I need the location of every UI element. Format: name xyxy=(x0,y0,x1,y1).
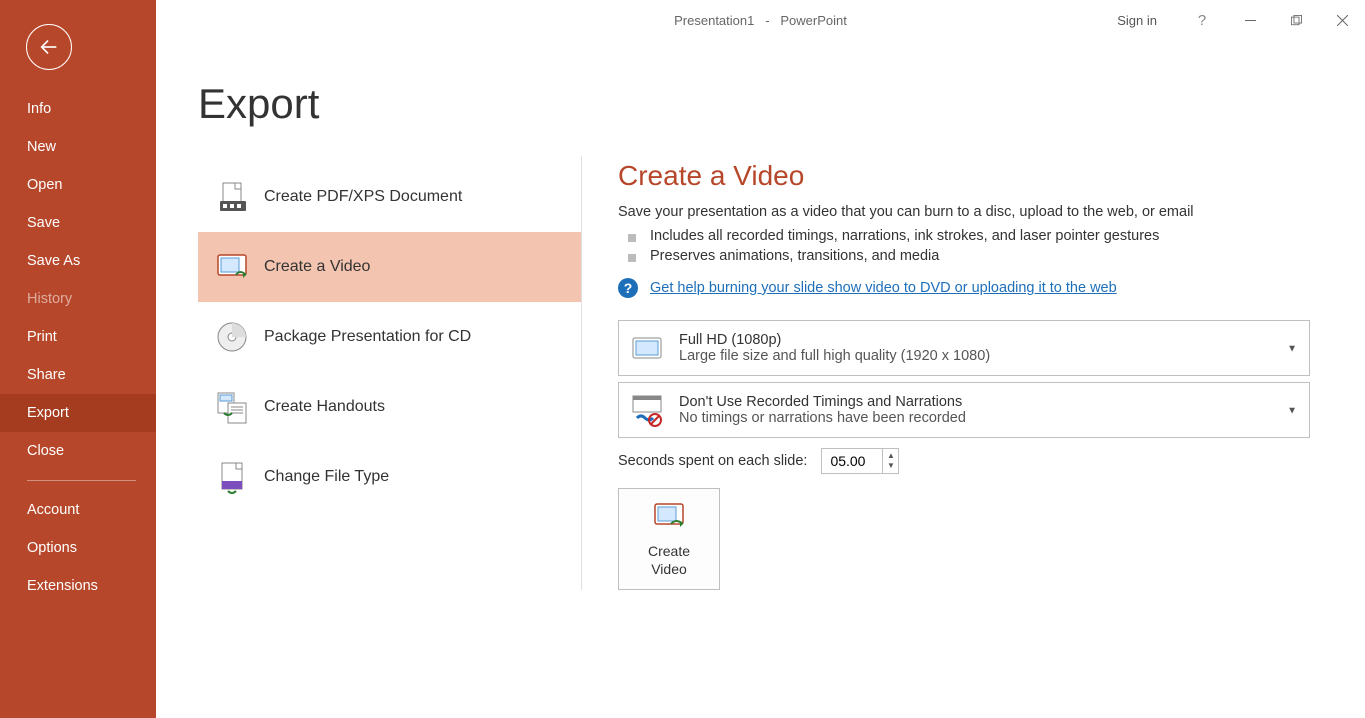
sidebar-item-close[interactable]: Close xyxy=(0,432,156,470)
window-title: Presentation1 - PowerPoint xyxy=(674,13,847,28)
detail-bullet: Preserves animations, transitions, and m… xyxy=(628,248,1282,264)
help-link[interactable]: Get help burning your slide show video t… xyxy=(650,280,1117,296)
sidebar-item-history: History xyxy=(0,280,156,318)
export-option-label: Create a Video xyxy=(264,258,370,276)
spinner-down-icon[interactable]: ▼ xyxy=(883,461,898,471)
change-filetype-icon xyxy=(214,459,250,495)
spinner-up-icon[interactable]: ▲ xyxy=(883,451,898,461)
page-title: Export xyxy=(198,80,1365,128)
create-video-icon xyxy=(651,500,687,536)
quality-subtitle: Large file size and full high quality (1… xyxy=(679,348,990,364)
seconds-spinner[interactable]: ▲ ▼ xyxy=(821,448,899,474)
create-video-button[interactable]: CreateVideo xyxy=(618,488,720,590)
sidebar-item-open[interactable]: Open xyxy=(0,166,156,204)
create-video-icon xyxy=(214,249,250,285)
title-bar: Presentation1 - PowerPoint Sign in ? xyxy=(156,0,1365,40)
quality-title: Full HD (1080p) xyxy=(679,332,990,348)
bullet-icon xyxy=(628,254,636,262)
sidebar-item-account[interactable]: Account xyxy=(0,491,156,529)
export-option-label: Create Handouts xyxy=(264,398,385,416)
export-option-changetype[interactable]: Change File Type xyxy=(198,442,581,512)
close-icon xyxy=(1337,15,1348,26)
minimize-icon xyxy=(1245,15,1256,26)
window-controls: Sign in ? xyxy=(1117,0,1365,40)
export-option-label: Change File Type xyxy=(264,468,389,486)
export-option-handouts[interactable]: Create Handouts xyxy=(198,372,581,442)
maximize-icon xyxy=(1291,15,1302,26)
detail-description: Save your presentation as a video that y… xyxy=(618,204,1282,220)
sidebar-item-print[interactable]: Print xyxy=(0,318,156,356)
chevron-down-icon: ▼ xyxy=(1287,406,1297,417)
seconds-label: Seconds spent on each slide: xyxy=(618,453,807,469)
title-document: Presentation1 xyxy=(674,13,754,28)
cd-icon xyxy=(214,319,250,355)
title-app: PowerPoint xyxy=(780,13,846,28)
sidebar-item-extensions[interactable]: Extensions xyxy=(0,567,156,605)
bullet-icon xyxy=(628,234,636,242)
detail-bullet: Includes all recorded timings, narration… xyxy=(628,228,1282,244)
sidebar-item-saveas[interactable]: Save As xyxy=(0,242,156,280)
help-info-icon: ? xyxy=(618,278,638,298)
signin-link[interactable]: Sign in xyxy=(1117,13,1157,28)
sidebar-item-options[interactable]: Options xyxy=(0,529,156,567)
backstage-sidebar: Info New Open Save Save As History Print… xyxy=(0,0,156,718)
export-detail-panel: Create a Video Save your presentation as… xyxy=(582,156,1282,590)
bullet-text: Preserves animations, transitions, and m… xyxy=(650,248,939,264)
detail-title: Create a Video xyxy=(618,160,1282,192)
sidebar-item-info[interactable]: Info xyxy=(0,90,156,128)
close-button[interactable] xyxy=(1319,0,1365,40)
sidebar-item-new[interactable]: New xyxy=(0,128,156,166)
quality-icon xyxy=(629,330,665,366)
seconds-input[interactable] xyxy=(822,449,882,473)
video-quality-dropdown[interactable]: Full HD (1080p) Large file size and full… xyxy=(618,320,1310,376)
pdf-document-icon xyxy=(214,179,250,215)
timings-subtitle: No timings or narrations have been recor… xyxy=(679,410,966,426)
export-option-video[interactable]: Create a Video xyxy=(198,232,581,302)
sidebar-item-save[interactable]: Save xyxy=(0,204,156,242)
handouts-icon xyxy=(214,389,250,425)
help-button[interactable]: ? xyxy=(1187,12,1217,29)
main-panel: Export Create PDF/XPS Docu xyxy=(156,40,1365,718)
export-option-label: Create PDF/XPS Document xyxy=(264,188,462,206)
bullet-text: Includes all recorded timings, narration… xyxy=(650,228,1159,244)
export-options-list: Create PDF/XPS Document Create a Video xyxy=(198,156,582,590)
minimize-button[interactable] xyxy=(1227,0,1273,40)
sidebar-item-export[interactable]: Export xyxy=(0,394,156,432)
sidebar-nav: Info New Open Save Save As History Print… xyxy=(0,90,156,605)
back-button[interactable] xyxy=(26,24,72,70)
export-option-cd[interactable]: Package Presentation for CD xyxy=(198,302,581,372)
export-option-pdfxps[interactable]: Create PDF/XPS Document xyxy=(198,162,581,232)
sidebar-item-share[interactable]: Share xyxy=(0,356,156,394)
timings-title: Don't Use Recorded Timings and Narration… xyxy=(679,394,966,410)
timings-dropdown[interactable]: Don't Use Recorded Timings and Narration… xyxy=(618,382,1310,438)
timings-icon xyxy=(629,392,665,428)
arrow-left-icon xyxy=(38,36,60,58)
export-option-label: Package Presentation for CD xyxy=(264,328,471,346)
create-video-label: CreateVideo xyxy=(648,542,690,578)
maximize-button[interactable] xyxy=(1273,0,1319,40)
title-sep: - xyxy=(765,13,769,28)
content-area: Presentation1 - PowerPoint Sign in ? xyxy=(156,0,1365,718)
sidebar-separator xyxy=(27,480,136,481)
chevron-down-icon: ▼ xyxy=(1287,344,1297,355)
